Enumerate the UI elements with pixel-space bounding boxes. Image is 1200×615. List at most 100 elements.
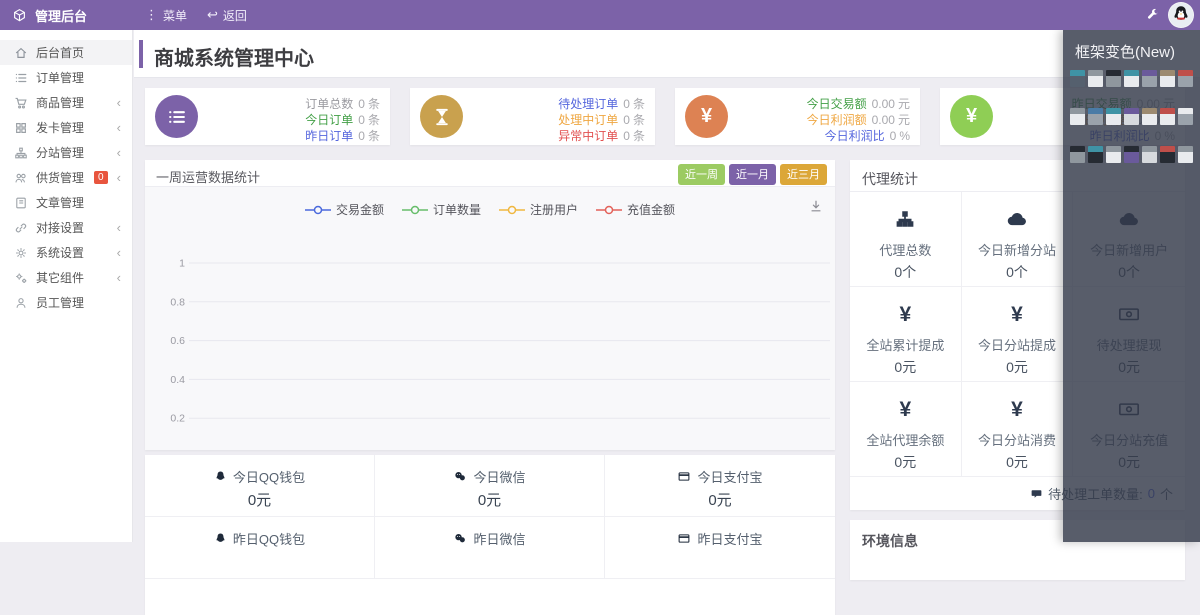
cloud-icon [962,208,1073,230]
yen-icon: ¥ [950,95,993,138]
settings-wrench-button[interactable] [1140,0,1166,30]
yen-icon: ¥ [899,397,912,421]
payment-cell-today-qq: 今日QQ钱包 0元 [145,455,375,517]
home-icon [13,46,28,60]
payment-cell-yesterday-wechat: 昨日微信 [375,517,605,579]
sidebar-item-articles[interactable]: 文章管理 [0,190,132,215]
sidebar-item-cards[interactable]: 发卡管理 ‹ [0,115,132,140]
stat-value: 0.00 [871,113,895,127]
range-month-button[interactable]: 近一月 [729,164,776,185]
stat-label: 昨日订单 [305,129,354,143]
theme-panel-title: 框架变色(New) [1075,44,1175,61]
range-week-button[interactable]: 近一周 [678,164,725,185]
theme-swatch[interactable] [1088,70,1103,87]
theme-swatch[interactable] [1160,146,1175,163]
theme-swatch[interactable] [1142,146,1157,163]
theme-swatch[interactable] [1178,146,1193,163]
card-icon [677,532,691,545]
theme-swatch[interactable] [1124,70,1139,87]
payments-panel: 今日QQ钱包 0元 今日微信 0元 今日支付宝 0元 昨日QQ钱包 昨日微信 昨… [145,455,835,615]
users-icon [13,171,28,185]
stat-value: 0 [358,129,365,143]
chevron-left-icon: ‹ [116,270,121,285]
theme-swatch[interactable] [1124,108,1139,125]
sidebar-item-orders[interactable]: 订单管理 [0,65,132,90]
supplier-badge: 0 [94,171,108,184]
svg-text:0.6: 0.6 [170,335,185,347]
sitemap-icon [850,208,961,230]
theme-swatch[interactable] [1106,70,1121,87]
theme-swatch[interactable] [1106,108,1121,125]
theme-swatch[interactable] [1070,70,1085,87]
agent-cell-substation-spend: ¥ 今日分站消费 0元 [961,382,1074,477]
ordered-list-icon [155,95,198,138]
page-header: 商城系统管理中心 [134,30,1200,78]
page-title: 商城系统管理中心 [154,48,314,70]
wechat-icon [453,532,467,545]
range-quarter-button[interactable]: 近三月 [780,164,827,185]
payment-cell-today-alipay: 今日支付宝 0元 [605,455,835,517]
title-accent-bar [139,40,143,68]
stat-label: 今日交易额 [806,97,867,111]
back-button[interactable]: ↩ 返回 [207,7,247,24]
stat-value: 0 [358,113,365,127]
stat-label: 待处理订单 [558,97,619,111]
cogs-icon [13,271,28,285]
theme-swatch[interactable] [1070,146,1085,163]
theme-swatch[interactable] [1088,108,1103,125]
legend-item: 订单数量 [401,201,481,218]
topbar: 管理后台 ⋮ 菜单 ↩ 返回 [0,0,1200,30]
svg-text:0.8: 0.8 [170,296,185,308]
yen-icon: ¥ [1011,397,1023,421]
yen-icon: ¥ [1011,302,1023,326]
theme-swatch[interactable] [1178,108,1193,125]
sidebar-item-staff[interactable]: 员工管理 [0,290,132,315]
book-icon [13,196,28,210]
cube-icon [12,8,27,23]
app-title: 管理后台 [35,8,88,24]
qq-penguin-avatar-icon [1169,3,1193,27]
theme-swatch[interactable] [1106,146,1121,163]
theme-swatch[interactable] [1088,146,1103,163]
chevron-left-icon: ‹ [116,220,121,235]
chart-legend: 交易金额 订单数量 注册用户 充值金额 [145,201,835,218]
user-avatar[interactable] [1168,2,1194,28]
stat-card-pending: 待处理订单 0 条 处理中订单 0 条 异常中订单 0 条 [410,88,655,145]
stat-label: 今日利润比 [824,129,885,143]
comment-icon [1030,488,1043,500]
theme-swatch[interactable] [1160,70,1175,87]
grid-icon [13,121,28,135]
stat-card-orders: 订单总数 0 条 今日订单 0 条 昨日订单 0 条 [145,88,390,145]
chart-panel-title: 一周运营数据统计 [156,170,261,185]
download-icon[interactable] [809,199,823,213]
sidebar-item-home[interactable]: 后台首页 [0,40,132,65]
svg-text:1: 1 [179,258,185,270]
theme-swatch[interactable] [1142,108,1157,125]
theme-swatch[interactable] [1142,70,1157,87]
stat-value: 0 [623,129,630,143]
payment-value: 0元 [708,492,732,509]
legend-item: 注册用户 [499,201,578,218]
sidebar-item-system-settings[interactable]: 系统设置 ‹ [0,240,132,265]
chevron-left-icon: ‹ [116,245,121,260]
theme-swatch[interactable] [1160,108,1175,125]
stat-value: 0 [623,113,630,127]
theme-swatch[interactable] [1124,146,1139,163]
order-list-icon [13,71,28,85]
menu-button[interactable]: ⋮ 菜单 [145,7,187,24]
sidebar-item-components[interactable]: 其它组件 ‹ [0,265,132,290]
legend-item: 充值金额 [596,201,675,218]
sidebar-item-substations[interactable]: 分站管理 ‹ [0,140,132,165]
legend-item: 交易金额 [304,201,384,218]
svg-text:0.4: 0.4 [170,374,185,386]
sidebar-item-suppliers[interactable]: 供货管理 0 ‹ [0,165,132,190]
sidebar-item-products[interactable]: 商品管理 ‹ [0,90,132,115]
theme-swatch[interactable] [1070,108,1085,125]
agent-panel-title: 代理统计 [862,171,918,187]
line-chart: 00.20.40.60.8108-0308-0408-0508-0608-070… [170,258,830,425]
sidebar-item-integration[interactable]: 对接设置 ‹ [0,215,132,240]
agent-cell-total: 代理总数 0个 [850,192,962,287]
theme-swatch[interactable] [1178,70,1193,87]
app-logo: 管理后台 [12,0,87,30]
payment-cell-today-wechat: 今日微信 0元 [375,455,605,517]
